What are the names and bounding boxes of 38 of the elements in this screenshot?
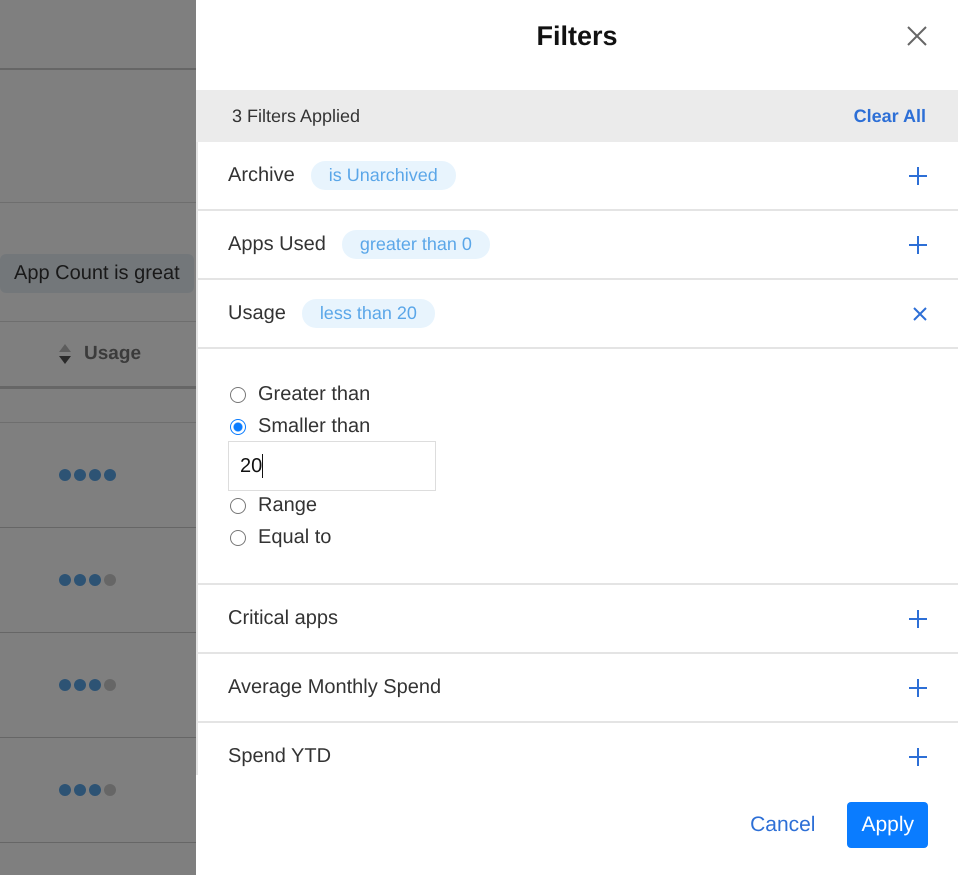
radio-button[interactable] [230, 386, 246, 402]
filter-label: Critical apps [228, 607, 338, 630]
filter-label: Archive [228, 164, 295, 187]
option-label: Greater than [258, 383, 370, 406]
close-icon[interactable] [912, 306, 928, 322]
plus-icon[interactable] [908, 234, 928, 254]
input-field[interactable]: 20 [228, 441, 436, 491]
filter-header[interactable]: Average Monthly Spend [198, 654, 958, 721]
option-label: Equal to [258, 526, 332, 549]
drawer-title: Filters [536, 20, 618, 52]
plus-icon[interactable] [908, 746, 928, 766]
filter-label: Usage [228, 302, 286, 325]
filter-label: Spend YTD [228, 745, 332, 768]
radio-button[interactable] [230, 498, 246, 514]
applied-count: 3 Filters Applied [232, 106, 362, 126]
option-label: Range [258, 494, 317, 517]
plus-icon[interactable] [908, 166, 928, 186]
filter-header[interactable]: Spend YTD [198, 723, 958, 775]
option-label: Smaller than [258, 415, 370, 438]
plus-icon[interactable] [908, 678, 928, 698]
plus-icon[interactable] [908, 608, 928, 628]
filter-value-tag: is Unarchived [310, 161, 456, 190]
sort-icon[interactable] [58, 342, 72, 366]
radio-button[interactable] [230, 530, 246, 546]
filter-header[interactable]: Usage less than 20 [198, 280, 958, 347]
filter-chip: App Count is great [0, 254, 194, 292]
filter-header[interactable]: Archive is Unarchived [198, 142, 958, 209]
close-icon[interactable] [906, 25, 928, 47]
cancel-button[interactable]: Cancel [742, 805, 824, 845]
radio-button[interactable] [230, 418, 246, 434]
filter-header[interactable]: Apps Used greater than 0 [198, 211, 958, 278]
filter-value-tag: greater than 0 [342, 230, 490, 259]
apply-button[interactable]: Apply [847, 802, 928, 848]
clear-all-link[interactable]: Clear All [854, 106, 926, 126]
filter-value-tag: less than 20 [302, 299, 435, 328]
filter-label: Apps Used [228, 233, 326, 256]
filter-label: Average Monthly Spend [228, 676, 442, 699]
filter-header[interactable]: Critical apps [198, 585, 958, 652]
